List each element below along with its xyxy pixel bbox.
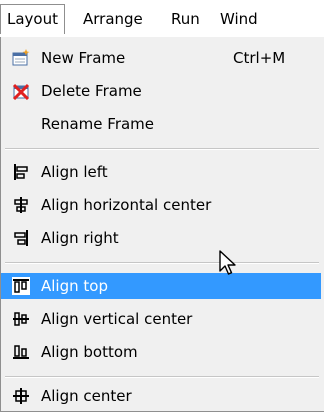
menu-bar: Layout Arrange Run Wind (0, 0, 324, 38)
menu-item-label: New Frame (41, 49, 126, 67)
menu-item-label: Align top (41, 277, 108, 295)
align-center-icon (12, 387, 30, 405)
menu-window[interactable]: Wind (214, 4, 264, 34)
menu-item-label: Align vertical center (41, 310, 193, 328)
menu-item-align-horizontal-center[interactable]: Align horizontal center (1, 192, 321, 218)
menu-item-label: Rename Frame (41, 115, 155, 133)
mouse-pointer-icon (218, 249, 240, 279)
align-bottom-icon (12, 343, 30, 361)
menu-item-align-bottom[interactable]: Align bottom (1, 339, 321, 365)
delete-frame-icon (12, 82, 30, 100)
shortcut-label: Ctrl+M (233, 49, 286, 67)
layout-dropdown-menu: New Frame Ctrl+M Delete Frame Rename Fra… (0, 37, 324, 412)
menu-item-label: Delete Frame (41, 82, 142, 100)
menu-item-label: Align left (41, 163, 108, 181)
align-top-icon (12, 277, 30, 295)
menu-item-align-left[interactable]: Align left (1, 159, 321, 185)
menu-item-rename-frame[interactable]: Rename Frame (1, 111, 321, 137)
menu-separator (5, 148, 319, 150)
menu-item-label: Align bottom (41, 343, 138, 361)
menu-item-label: Align center (41, 387, 132, 405)
menu-item-align-center[interactable]: Align center (1, 383, 321, 409)
menu-item-label: Align right (41, 229, 119, 247)
align-left-icon (12, 163, 30, 181)
menu-item-align-vertical-center[interactable]: Align vertical center (1, 306, 321, 332)
menu-separator (5, 376, 319, 378)
align-right-icon (12, 229, 30, 247)
menu-run[interactable]: Run (165, 4, 206, 34)
align-vertical-center-icon (12, 310, 30, 328)
menu-item-align-top[interactable]: Align top (1, 273, 321, 299)
align-horizontal-center-icon (12, 196, 30, 214)
menu-arrange[interactable]: Arrange (77, 4, 149, 34)
menu-item-delete-frame[interactable]: Delete Frame (1, 78, 321, 104)
menu-item-align-right[interactable]: Align right (1, 225, 321, 251)
new-frame-icon (12, 49, 30, 67)
menu-separator (5, 262, 319, 264)
menu-layout[interactable]: Layout (0, 4, 65, 34)
menu-item-new-frame[interactable]: New Frame Ctrl+M (1, 45, 321, 71)
menu-item-label: Align horizontal center (41, 196, 212, 214)
